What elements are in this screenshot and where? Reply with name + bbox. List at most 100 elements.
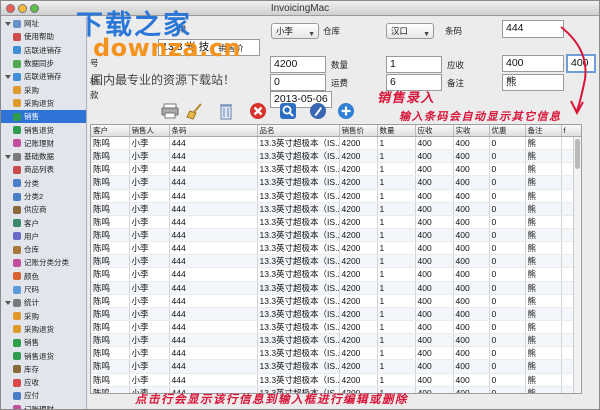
table-row[interactable]: 陈鸣 小李 444 13.3英寸超极本（IS... 4200 1 400 400 0 熊 <box>91 136 581 151</box>
table-row[interactable]: 陈鸣 小李 444 13.3英寸超极本（IS... 4200 1 400 400 0 熊 <box>91 333 581 348</box>
disclosure-triangle-icon[interactable] <box>5 154 11 159</box>
sidebar-item[interactable]: 商品列表 <box>1 163 86 176</box>
sidebar-item-label: 采购退货 <box>24 324 54 334</box>
column-header[interactable]: 实收 <box>453 125 490 137</box>
column-header[interactable]: 数量 <box>377 125 416 137</box>
table-cell: 1 <box>377 215 416 229</box>
sidebar-item[interactable]: 记账理财 <box>1 403 86 409</box>
sidebar-item[interactable]: 使用帮助 <box>1 30 86 43</box>
table-row[interactable]: 陈鸣 小李 444 13.3英寸超极本（IS... 4200 1 400 400 0 熊 <box>91 202 581 216</box>
table-cell: 熊 <box>525 202 562 216</box>
table-scrollbar[interactable] <box>573 137 581 393</box>
add-icon[interactable] <box>336 101 356 121</box>
price-input[interactable]: 4200 <box>270 56 326 73</box>
table-row[interactable]: 陈鸣 小李 444 13.3英寸超极本（IS... 4200 1 400 400 0 熊 <box>91 254 581 269</box>
table-row[interactable]: 陈鸣 小李 444 13.3英寸超极本（IS... 4200 1 400 400 0 熊 <box>91 346 581 361</box>
table-cell: 4200 <box>339 254 378 269</box>
column-header[interactable]: 销售价 <box>339 125 378 137</box>
table-row[interactable]: 陈鸣 小李 444 13.3英寸超极本（IS... 4200 1 400 400 0 熊 <box>91 373 581 387</box>
column-header[interactable]: 条码 <box>169 125 258 137</box>
sidebar-item[interactable]: 库存 <box>1 363 86 376</box>
table-row[interactable]: 陈鸣 小李 444 13.3英寸超极本（IS... 4200 1 400 400 0 熊 <box>91 307 581 321</box>
sidebar-item[interactable]: 采购退货 <box>1 97 86 110</box>
zoom-window-button[interactable] <box>30 4 39 13</box>
table-row[interactable]: 陈鸣 小李 444 13.3英寸超极本（IS... 4200 1 400 400 0 熊 <box>91 162 581 177</box>
delete-icon[interactable] <box>248 101 268 121</box>
column-header[interactable]: 销售人 <box>129 125 170 137</box>
sidebar-item[interactable]: 记账分类分类 <box>1 256 86 269</box>
column-header[interactable]: 品名 <box>257 125 340 137</box>
warehouse-select[interactable]: 汉口 ▼ <box>386 23 434 39</box>
sidebar-item[interactable]: 尺码 <box>1 283 86 296</box>
sidebar-item[interactable]: 颜色 <box>1 270 86 283</box>
sidebar-item[interactable]: 客户 <box>1 216 86 229</box>
table-cell: 0 <box>489 189 526 203</box>
sidebar-item[interactable]: 销售 <box>1 110 86 124</box>
table-row[interactable]: 陈鸣 小李 444 13.3英寸超极本（IS... 4200 1 400 400 0 熊 <box>91 294 581 308</box>
search-icon[interactable] <box>278 101 298 121</box>
table-row[interactable]: 陈鸣 小李 444 13.3英寸超极本（IS... 4200 1 400 400 0 熊 <box>91 281 581 295</box>
column-header[interactable]: 客户 <box>91 125 130 137</box>
column-header[interactable]: 应收 <box>415 125 454 137</box>
sidebar-item[interactable]: 采购 <box>1 83 86 96</box>
sidebar-item[interactable]: 用户 <box>1 230 86 243</box>
table-cell: 400 <box>415 241 454 256</box>
table-row[interactable]: 陈鸣 小李 444 13.3英寸超极本（IS... 4200 1 400 400 0 熊 <box>91 189 581 203</box>
table-cell: 4200 <box>339 294 378 308</box>
table-cell: 444 <box>169 202 258 216</box>
sidebar-item[interactable]: 基础数据 <box>1 150 86 163</box>
sidebar-item[interactable]: 销售 <box>1 336 86 349</box>
table-cell: 陈鸣 <box>91 333 130 348</box>
sidebar-item[interactable]: 应收 <box>1 376 86 389</box>
edit-icon[interactable] <box>308 101 328 121</box>
table-cell: 1 <box>377 189 416 203</box>
table-row[interactable]: 陈鸣 小李 444 13.3英寸超极本（IS... 4200 1 400 400 0 熊 <box>91 215 581 229</box>
sidebar-item[interactable]: 仓库 <box>1 243 86 256</box>
table-row[interactable]: 陈鸣 小李 444 13.3英寸超极本（IS... 4200 1 400 400 0 熊 <box>91 359 581 374</box>
minimize-window-button[interactable] <box>18 4 27 13</box>
discount-input[interactable]: 0 <box>270 74 326 91</box>
table-cell: 13.3英寸超极本（IS... <box>257 333 340 348</box>
sidebar-item[interactable]: 应付 <box>1 389 86 402</box>
table-cell: 4200 <box>339 333 378 348</box>
quantity-input[interactable]: 1 <box>386 56 442 73</box>
table-cell: 444 <box>169 373 258 387</box>
salesperson-select[interactable]: 小李 ▼ <box>271 23 319 39</box>
sidebar-item[interactable]: 网址 <box>1 17 86 30</box>
disclosure-triangle-icon[interactable] <box>5 300 11 305</box>
column-header[interactable]: 优惠 <box>489 125 526 137</box>
globe-icon <box>13 19 21 28</box>
sidebar-item[interactable]: 采购退货 <box>1 323 86 336</box>
table-row[interactable]: 陈鸣 小李 444 13.3英寸超极本（IS... 4200 1 400 400 0 熊 <box>91 267 581 282</box>
sidebar-item[interactable]: 店联进销存 <box>1 70 86 83</box>
table-row[interactable]: 陈鸣 小李 444 13.3英寸超极本（IS... 4200 1 400 400 0 熊 <box>91 149 581 164</box>
sidebar-item[interactable]: 供应商 <box>1 203 86 216</box>
broom-icon[interactable] <box>185 101 205 121</box>
disclosure-triangle-icon[interactable] <box>5 21 11 26</box>
sidebar-item[interactable]: 分类 <box>1 177 86 190</box>
table-cell: 陈鸣 <box>91 254 130 269</box>
table-row[interactable]: 陈鸣 小李 444 13.3英寸超极本（IS... 4200 1 400 400 0 熊 <box>91 175 581 190</box>
sidebar-item[interactable]: 店联进销存 <box>1 44 86 57</box>
sidebar-item[interactable]: 销售退货 <box>1 123 86 136</box>
scroll-thumb[interactable] <box>575 139 580 169</box>
sidebar-item[interactable]: 分类2 <box>1 190 86 203</box>
column-header[interactable]: 备注 <box>525 125 562 137</box>
printer-icon[interactable] <box>160 101 180 121</box>
trash-icon[interactable] <box>216 101 236 121</box>
table-cell: 444 <box>169 162 258 177</box>
table-row[interactable]: 陈鸣 小李 444 13.3英寸超极本（IS... 4200 1 400 400 0 熊 <box>91 228 581 243</box>
sidebar-item[interactable]: 数据同步 <box>1 57 86 70</box>
close-window-button[interactable] <box>6 4 15 13</box>
table-row[interactable]: 陈鸣 小李 444 13.3英寸超极本（IS... 4200 1 400 400 0 熊 <box>91 320 581 335</box>
chevron-down-icon: ▼ <box>423 31 430 38</box>
table-cell: 1 <box>377 254 416 269</box>
sidebar-item[interactable]: 销售退货 <box>1 349 86 362</box>
column-header[interactable]: f <box>561 125 581 137</box>
disclosure-triangle-icon[interactable] <box>5 74 11 79</box>
table-row[interactable]: 陈鸣 小李 444 13.3英寸超极本（IS... 4200 1 400 400 0 熊 <box>91 241 581 256</box>
table-cell: 小李 <box>129 228 170 243</box>
sidebar-item[interactable]: 采购 <box>1 310 86 323</box>
sidebar-item[interactable]: 记账理财 <box>1 137 86 150</box>
sidebar-item[interactable]: 统计 <box>1 296 86 309</box>
